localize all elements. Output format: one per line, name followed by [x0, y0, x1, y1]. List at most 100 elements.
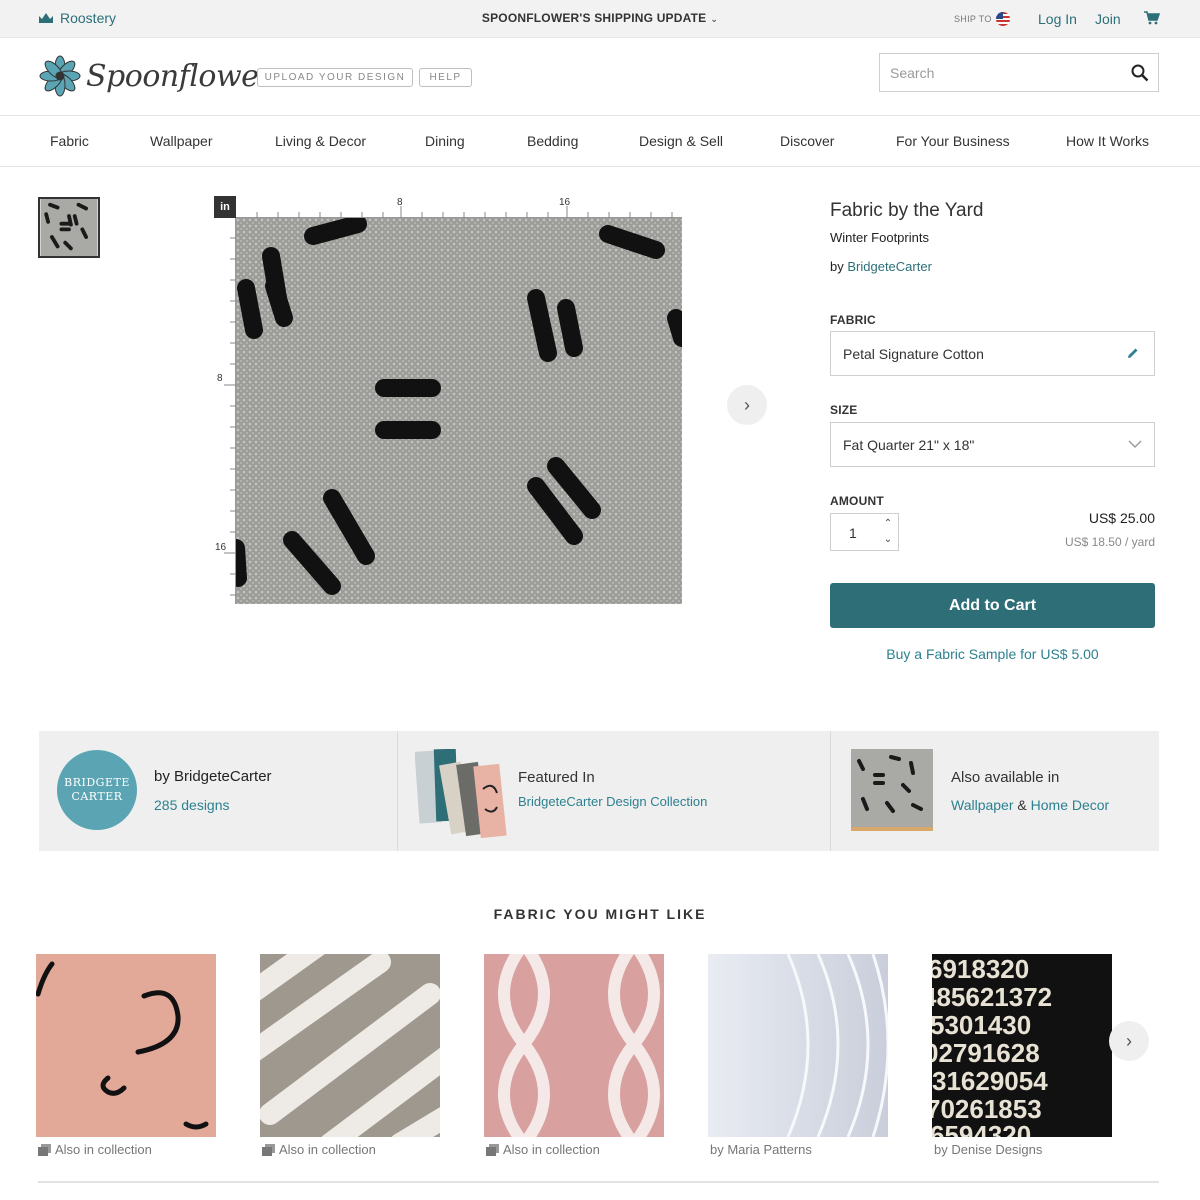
chevron-down-icon — [1128, 440, 1142, 448]
design-viewer: in 8 16 8 16 — [214, 196, 684, 606]
designer-info-strip: BRIDGETE CARTER by BridgeteCarter 285 des… — [39, 731, 1159, 851]
designs-count-link[interactable]: 285 designs — [154, 797, 230, 813]
pencil-icon[interactable] — [1126, 346, 1140, 360]
nav-how-it-works[interactable]: How It Works — [1066, 133, 1149, 149]
svg-text:485621372: 485621372 — [932, 982, 1052, 1012]
fabric-selector[interactable]: Petal Signature Cotton — [830, 331, 1155, 376]
divider — [38, 1181, 1159, 1183]
help-button[interactable]: HELP — [419, 68, 472, 87]
ruler-left-mark-16: 16 — [215, 542, 227, 553]
designer-link[interactable]: BridgeteCarter — [847, 259, 932, 274]
recommendation-image[interactable]: 6918320 485621372 5301430 02791628 31629… — [932, 954, 1112, 1137]
unit-price: US$ 18.50 / yard — [1064, 535, 1155, 549]
ruler-top: 8 16 — [236, 197, 682, 218]
recommendation-image[interactable] — [708, 954, 888, 1137]
home-decor-link[interactable]: Home Decor — [1031, 797, 1110, 813]
recommendation-image[interactable] — [260, 954, 440, 1137]
main-nav: Fabric Wallpaper Living & Decor Dining B… — [0, 117, 1200, 167]
svg-text:6918320: 6918320 — [932, 954, 1029, 984]
nav-discover[interactable]: Discover — [780, 133, 834, 149]
us-flag-icon — [995, 12, 1010, 26]
recommendations-next-button[interactable]: › — [1109, 1021, 1149, 1061]
quantity-value: 1 — [849, 525, 857, 541]
nav-wallpaper[interactable]: Wallpaper — [150, 133, 213, 149]
avatar[interactable]: BRIDGETE CARTER — [57, 750, 137, 830]
also-available-label: Also available in — [951, 769, 1060, 786]
recommendation-card[interactable]: Also in collection — [260, 954, 440, 1157]
shipping-update-link[interactable]: SPOONFLOWER'S SHIPPING UPDATE ⌄ — [0, 11, 1200, 25]
ship-to-selector[interactable]: SHIP TO — [954, 12, 1010, 26]
login-link[interactable]: Log In — [1038, 11, 1077, 27]
nav-living-decor[interactable]: Living & Decor — [275, 133, 366, 149]
recommendation-card[interactable]: Also in collection — [484, 954, 664, 1157]
wallpaper-link[interactable]: Wallpaper — [951, 797, 1014, 813]
chevron-down-icon[interactable]: ⌄ — [881, 534, 895, 546]
svg-text:6594320: 6594320 — [932, 1120, 1031, 1137]
join-link[interactable]: Join — [1095, 11, 1121, 27]
recommendation-caption: Also in collection — [38, 1142, 152, 1157]
svg-text:5301430: 5301430 — [932, 1010, 1031, 1040]
nav-fabric[interactable]: Fabric — [50, 133, 89, 149]
nav-design-sell[interactable]: Design & Sell — [639, 133, 723, 149]
collection-icon — [486, 1143, 499, 1156]
fabric-value: Petal Signature Cotton — [843, 346, 984, 362]
fabric-sample-link[interactable]: Buy a Fabric Sample for US$ 5.00 — [830, 646, 1155, 662]
recommendation-image[interactable] — [484, 954, 664, 1137]
site-header: Spoonflower UPLOAD YOUR DESIGN HELP — [0, 38, 1200, 116]
recommendation-caption[interactable]: by Denise Designs — [934, 1142, 1042, 1157]
divider — [830, 731, 831, 851]
recommendation-card[interactable]: Also in collection — [36, 954, 216, 1157]
product-title: Fabric by the Yard — [830, 200, 984, 221]
recommendation-card[interactable]: by Maria Patterns — [708, 954, 888, 1157]
search-box — [879, 53, 1159, 92]
chevron-up-icon[interactable]: ⌃ — [881, 518, 895, 530]
also-available-links: Wallpaper & Home Decor — [951, 797, 1109, 813]
ruler-top-mark-8: 8 — [397, 197, 403, 208]
by-prefix: by — [830, 259, 844, 274]
recommendation-image[interactable] — [36, 954, 216, 1137]
shipping-update-label: SPOONFLOWER'S SHIPPING UPDATE — [481, 11, 707, 25]
logo-wordmark: Spoonflower — [86, 58, 273, 94]
designer-byline: by BridgeteCarter — [830, 259, 932, 274]
ruler-top-mark-16: 16 — [559, 197, 571, 208]
svg-text:31629054: 31629054 — [932, 1066, 1048, 1096]
chevron-right-icon: › — [1126, 1030, 1132, 1051]
ship-to-label: SHIP TO — [954, 14, 992, 24]
collection-link[interactable]: BridgeteCarter Design Collection — [518, 794, 707, 809]
search-input[interactable] — [880, 54, 1110, 91]
product-thumbnail[interactable] — [38, 197, 100, 258]
nav-bedding[interactable]: Bedding — [527, 133, 578, 149]
viewer-next-button[interactable]: › — [727, 385, 767, 425]
top-bar: Roostery SPOONFLOWER'S SHIPPING UPDATE ⌄ … — [0, 0, 1200, 38]
featured-in-label: Featured In — [518, 769, 595, 786]
recommendation-caption: Also in collection — [262, 1142, 376, 1157]
fabric-label: FABRIC — [830, 313, 876, 327]
cart-icon[interactable] — [1144, 11, 1160, 25]
recommendation-card[interactable]: 6918320 485621372 5301430 02791628 31629… — [932, 954, 1112, 1157]
chevron-right-icon: › — [744, 394, 750, 415]
quantity-stepper[interactable]: 1 ⌃ ⌄ — [830, 513, 899, 551]
size-label: SIZE — [830, 403, 858, 417]
size-select[interactable]: Fat Quarter 21" x 18" — [830, 422, 1155, 467]
designer-name[interactable]: by BridgeteCarter — [154, 768, 272, 785]
recommendation-caption: Also in collection — [486, 1142, 600, 1157]
spoonflower-logo[interactable]: Spoonflower — [38, 54, 273, 98]
svg-text:02791628: 02791628 — [932, 1038, 1040, 1068]
wallpaper-preview-image[interactable] — [851, 749, 933, 831]
nav-for-your-business[interactable]: For Your Business — [896, 133, 1010, 149]
add-to-cart-button[interactable]: Add to Cart — [830, 583, 1155, 628]
nav-dining[interactable]: Dining — [425, 133, 465, 149]
upload-design-button[interactable]: UPLOAD YOUR DESIGN — [257, 68, 413, 87]
ruler-left-mark-8: 8 — [217, 373, 223, 384]
collection-preview-image[interactable] — [415, 749, 511, 839]
size-value: Fat Quarter 21" x 18" — [843, 437, 975, 453]
chevron-down-icon: ⌄ — [710, 14, 719, 24]
recommendation-caption[interactable]: by Maria Patterns — [710, 1142, 812, 1157]
unit-badge[interactable]: in — [214, 196, 236, 218]
ampersand: & — [1017, 797, 1027, 813]
flower-logo-icon — [39, 55, 81, 97]
search-icon[interactable] — [1131, 64, 1149, 82]
avatar-text: BRIDGETE CARTER — [64, 776, 130, 803]
fabric-design-image[interactable] — [236, 218, 682, 604]
amount-label: AMOUNT — [830, 494, 884, 508]
